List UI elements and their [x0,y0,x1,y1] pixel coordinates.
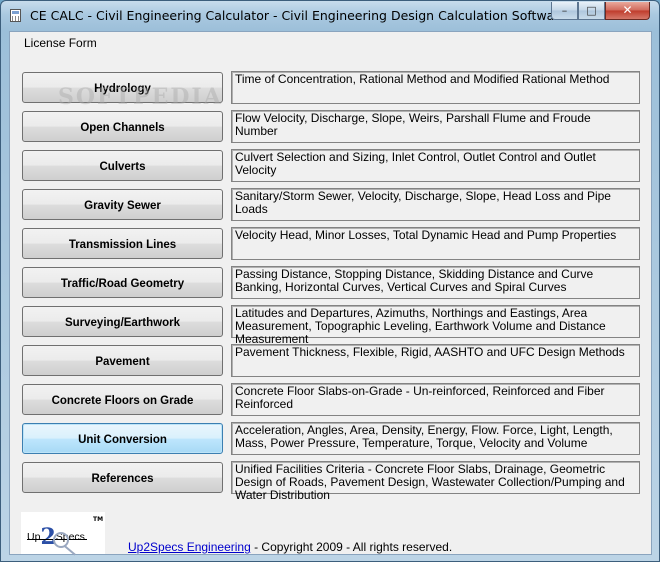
minimize-button[interactable]: – [551,2,578,20]
maximize-button[interactable]: □ [578,2,605,20]
transmission-lines-button[interactable]: Transmission Lines [22,228,223,259]
footer: Up2Specs Engineering - Copyright 2009 - … [128,540,452,554]
hydrology-description: Time of Concentration, Rational Method a… [231,71,640,104]
window-title: CE CALC - Civil Engineering Calculator -… [30,8,567,23]
unit-conversion-description: Acceleration, Angles, Area, Density, Ene… [231,422,640,455]
culverts-button[interactable]: Culverts [22,150,223,181]
transmission-lines-description: Velocity Head, Minor Losses, Total Dynam… [231,227,640,260]
gravity-sewer-description: Sanitary/Storm Sewer, Velocity, Discharg… [231,188,640,221]
pavement-button[interactable]: Pavement [22,345,223,376]
menu-bar: License Form [10,32,651,54]
logo-trademark: TM [93,516,104,523]
close-button[interactable]: ✕ [605,2,650,20]
title-bar[interactable]: CE CALC - Civil Engineering Calculator -… [1,1,659,31]
surveying-earthwork-description: Latitudes and Departures, Azimuths, Nort… [231,305,640,346]
pavement-description: Pavement Thickness, Flexible, Rigid, AAS… [231,344,640,377]
culverts-description: Culvert Selection and Sizing, Inlet Cont… [231,149,640,182]
client-area: License Form Hydrology Time of Concentra… [9,31,652,556]
up2specs-link[interactable]: Up2Specs Engineering [128,540,251,554]
unit-conversion-button[interactable]: Unit Conversion [22,423,223,454]
calculator-app-icon[interactable] [10,9,21,22]
concrete-floors-description: Concrete Floor Slabs-on-Grade - Un-reinf… [231,383,640,416]
references-button[interactable]: References [22,462,223,493]
up2specs-logo: Up2Specs TM [21,512,105,556]
magnifier-handle [63,545,76,556]
concrete-floors-button[interactable]: Concrete Floors on Grade [22,384,223,415]
traffic-road-geometry-button[interactable]: Traffic/Road Geometry [22,267,223,298]
surveying-earthwork-button[interactable]: Surveying/Earthwork [22,306,223,337]
copyright-text: - Copyright 2009 - All rights reserved. [250,540,453,554]
hydrology-button[interactable]: Hydrology [22,72,223,103]
gravity-sewer-button[interactable]: Gravity Sewer [22,189,223,220]
app-window: CE CALC - Civil Engineering Calculator -… [0,0,660,562]
references-description: Unified Facilities Criteria - Concrete F… [231,461,640,502]
menu-license-form[interactable]: License Form [24,36,97,50]
open-channels-button[interactable]: Open Channels [22,111,223,142]
open-channels-description: Flow Velocity, Discharge, Slope, Weirs, … [231,110,640,143]
traffic-road-geometry-description: Passing Distance, Stopping Distance, Ski… [231,266,640,299]
